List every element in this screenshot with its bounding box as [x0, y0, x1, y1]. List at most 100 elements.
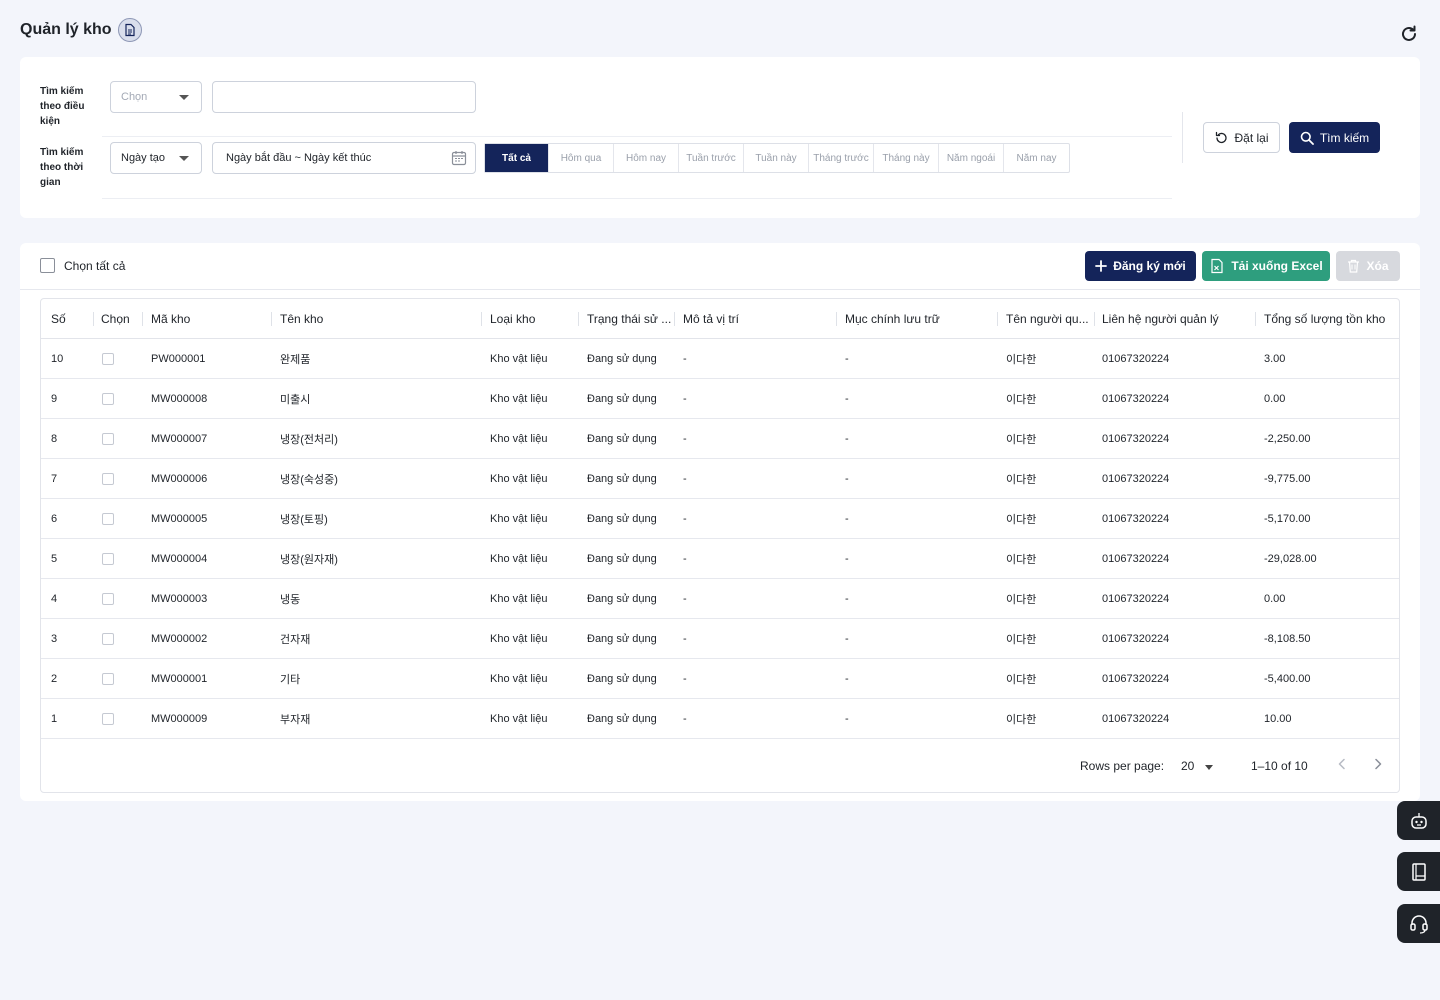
column-header[interactable]: Số — [51, 299, 96, 339]
rows-per-page-select[interactable]: 20 — [1181, 759, 1194, 773]
time-search-label: Tìm kiếm theo thời gian — [40, 147, 84, 188]
condition-select-value: Chọn — [121, 91, 148, 103]
cell-manager: 이다한 — [1006, 354, 1037, 366]
support-button[interactable] — [1397, 904, 1440, 943]
table-row[interactable]: 4 MW000003 냉동 Kho vật liệu Đang sử dụng - - 이다한… — [41, 579, 1399, 619]
table-row[interactable]: 7 MW000006 냉장(숙성중) Kho vật liệu Đang sử dụng… — [41, 459, 1399, 499]
time-field-select[interactable]: Ngày tạo — [110, 142, 202, 174]
cell-no: 7 — [51, 473, 58, 485]
row-checkbox[interactable] — [102, 473, 114, 485]
reset-icon — [1216, 131, 1228, 143]
refresh-icon[interactable] — [1398, 23, 1420, 45]
row-checkbox[interactable] — [102, 673, 114, 685]
column-header[interactable]: Chọn — [101, 299, 146, 339]
delete-button[interactable]: Xóa — [1336, 251, 1400, 281]
row-checkbox[interactable] — [102, 433, 114, 445]
column-separator[interactable] — [674, 312, 675, 326]
row-checkbox[interactable] — [102, 553, 114, 565]
cell-code: MW000009 — [151, 713, 208, 725]
cell-status: Đang sử dụng — [587, 433, 657, 445]
cell-code: MW000004 — [151, 553, 208, 565]
register-new-button[interactable]: Đăng ký mới — [1085, 251, 1196, 281]
warehouse-list-panel: Chọn tất cả Đăng ký mới Tải xuống Excel … — [20, 243, 1420, 801]
cell-no: 10 — [51, 353, 64, 365]
cell-no: 2 — [51, 673, 58, 685]
cell-type: Kho vật liệu — [490, 553, 548, 565]
search-button[interactable]: Tìm kiếm — [1289, 122, 1380, 153]
row-checkbox[interactable] — [102, 353, 114, 365]
row-checkbox[interactable] — [102, 513, 114, 525]
condition-select[interactable]: Chọn — [110, 81, 202, 113]
row-checkbox[interactable] — [102, 713, 114, 725]
cell-no: 9 — [51, 393, 58, 405]
column-separator[interactable] — [271, 312, 272, 326]
cell-code: PW000001 — [151, 353, 206, 365]
quick-range-chip[interactable]: Tháng trước — [809, 144, 874, 172]
chatbot-button[interactable] — [1397, 801, 1440, 840]
table-row[interactable]: 2 MW000001 기타 Kho vật liệu Đang sử dụng - - 이다한… — [41, 659, 1399, 699]
checkbox[interactable] — [40, 258, 55, 273]
select-all-checkbox[interactable]: Chọn tất cả — [40, 258, 125, 273]
table-row[interactable]: 8 MW000007 냉장(전처리) Kho vật liệu Đang sử dụng… — [41, 419, 1399, 459]
cell-status: Đang sử dụng — [587, 633, 657, 645]
row-checkbox[interactable] — [102, 393, 114, 405]
column-separator[interactable] — [1094, 312, 1095, 326]
column-separator[interactable] — [578, 312, 579, 326]
table-row[interactable]: 1 MW000009 부자재 Kho vật liệu Đang sử dụng - - 이다… — [41, 699, 1399, 739]
row-checkbox[interactable] — [102, 633, 114, 645]
column-header[interactable]: Tổng số lượng tồn kho — [1264, 299, 1394, 339]
select-all-label: Chọn tất cả — [64, 258, 126, 273]
column-header[interactable]: Trạng thái sử ... — [587, 299, 675, 339]
column-separator[interactable] — [481, 312, 482, 326]
prev-page-icon[interactable] — [1335, 757, 1349, 774]
manual-button[interactable] — [1397, 852, 1440, 891]
column-separator[interactable] — [142, 312, 143, 326]
cell-location: - — [683, 393, 687, 405]
cell-code: MW000003 — [151, 593, 208, 605]
column-header[interactable]: Tên kho — [280, 299, 480, 339]
table-row[interactable]: 6 MW000005 냉장(토핑) Kho vật liệu Đang sử dụng -… — [41, 499, 1399, 539]
cell-name: 건자재 — [280, 634, 311, 646]
next-page-icon[interactable] — [1371, 757, 1385, 774]
calendar-icon[interactable] — [451, 150, 467, 169]
warehouse-table: Số Chọn Mã kho Tên kho Loại kho Trạng thái sử… — [40, 298, 1400, 793]
document-icon[interactable] — [117, 18, 142, 42]
column-separator[interactable] — [836, 312, 837, 326]
table-row[interactable]: 5 MW000004 냉장(원자재) Kho vật liệu Đang sử dụng… — [41, 539, 1399, 579]
cell-total: 10.00 — [1264, 713, 1292, 725]
date-range-value: Ngày bắt đầu ~ Ngày kết thúc — [226, 152, 372, 164]
download-excel-button[interactable]: Tải xuống Excel — [1202, 251, 1330, 281]
table-header: Số Chọn Mã kho Tên kho Loại kho Trạng thái sử… — [41, 299, 1399, 339]
cell-main-item: - — [845, 673, 849, 685]
cell-manager: 이다한 — [1006, 514, 1037, 526]
column-header[interactable]: Mô tả vị trí — [683, 299, 833, 339]
quick-range-chip[interactable]: Hôm qua — [549, 144, 614, 172]
column-header[interactable]: Loại kho — [490, 299, 580, 339]
toolbar-divider — [20, 289, 1420, 290]
column-header[interactable]: Mã kho — [151, 299, 271, 339]
table-row[interactable]: 3 MW000002 건자재 Kho vật liệu Đang sử dụng - - 이다… — [41, 619, 1399, 659]
cell-manager: 이다한 — [1006, 394, 1037, 406]
row-checkbox[interactable] — [102, 593, 114, 605]
cell-location: - — [683, 513, 687, 525]
condition-search-input[interactable] — [212, 81, 476, 113]
column-separator[interactable] — [997, 312, 998, 326]
column-separator[interactable] — [93, 312, 94, 326]
reset-button[interactable]: Đặt lại — [1203, 122, 1280, 153]
quick-range-chip[interactable]: Năm nay — [1004, 144, 1069, 172]
date-range-input[interactable]: Ngày bắt đầu ~ Ngày kết thúc — [212, 142, 476, 174]
quick-range-chip[interactable]: Tuần này — [744, 144, 809, 172]
column-header[interactable]: Liên hệ người quản lý — [1102, 299, 1252, 339]
filter-divider — [102, 136, 1172, 137]
quick-range-chip[interactable]: Năm ngoái — [939, 144, 1004, 172]
quick-range-chip[interactable]: Tuần trước — [679, 144, 744, 172]
quick-range-chip[interactable]: Tháng này — [874, 144, 939, 172]
table-row[interactable]: 10 PW000001 완제품 Kho vật liệu Đang sử dụng - - 이… — [41, 339, 1399, 379]
column-separator[interactable] — [1255, 312, 1256, 326]
column-header[interactable]: Tên người qu... — [1006, 299, 1091, 339]
cell-total: -2,250.00 — [1264, 433, 1311, 445]
quick-range-chip[interactable]: Hôm nay — [614, 144, 679, 172]
column-header[interactable]: Mục chính lưu trữ — [845, 299, 995, 339]
quick-range-chip[interactable]: Tất cả — [485, 144, 549, 172]
table-row[interactable]: 9 MW000008 미출시 Kho vật liệu Đang sử dụng - - 이다… — [41, 379, 1399, 419]
